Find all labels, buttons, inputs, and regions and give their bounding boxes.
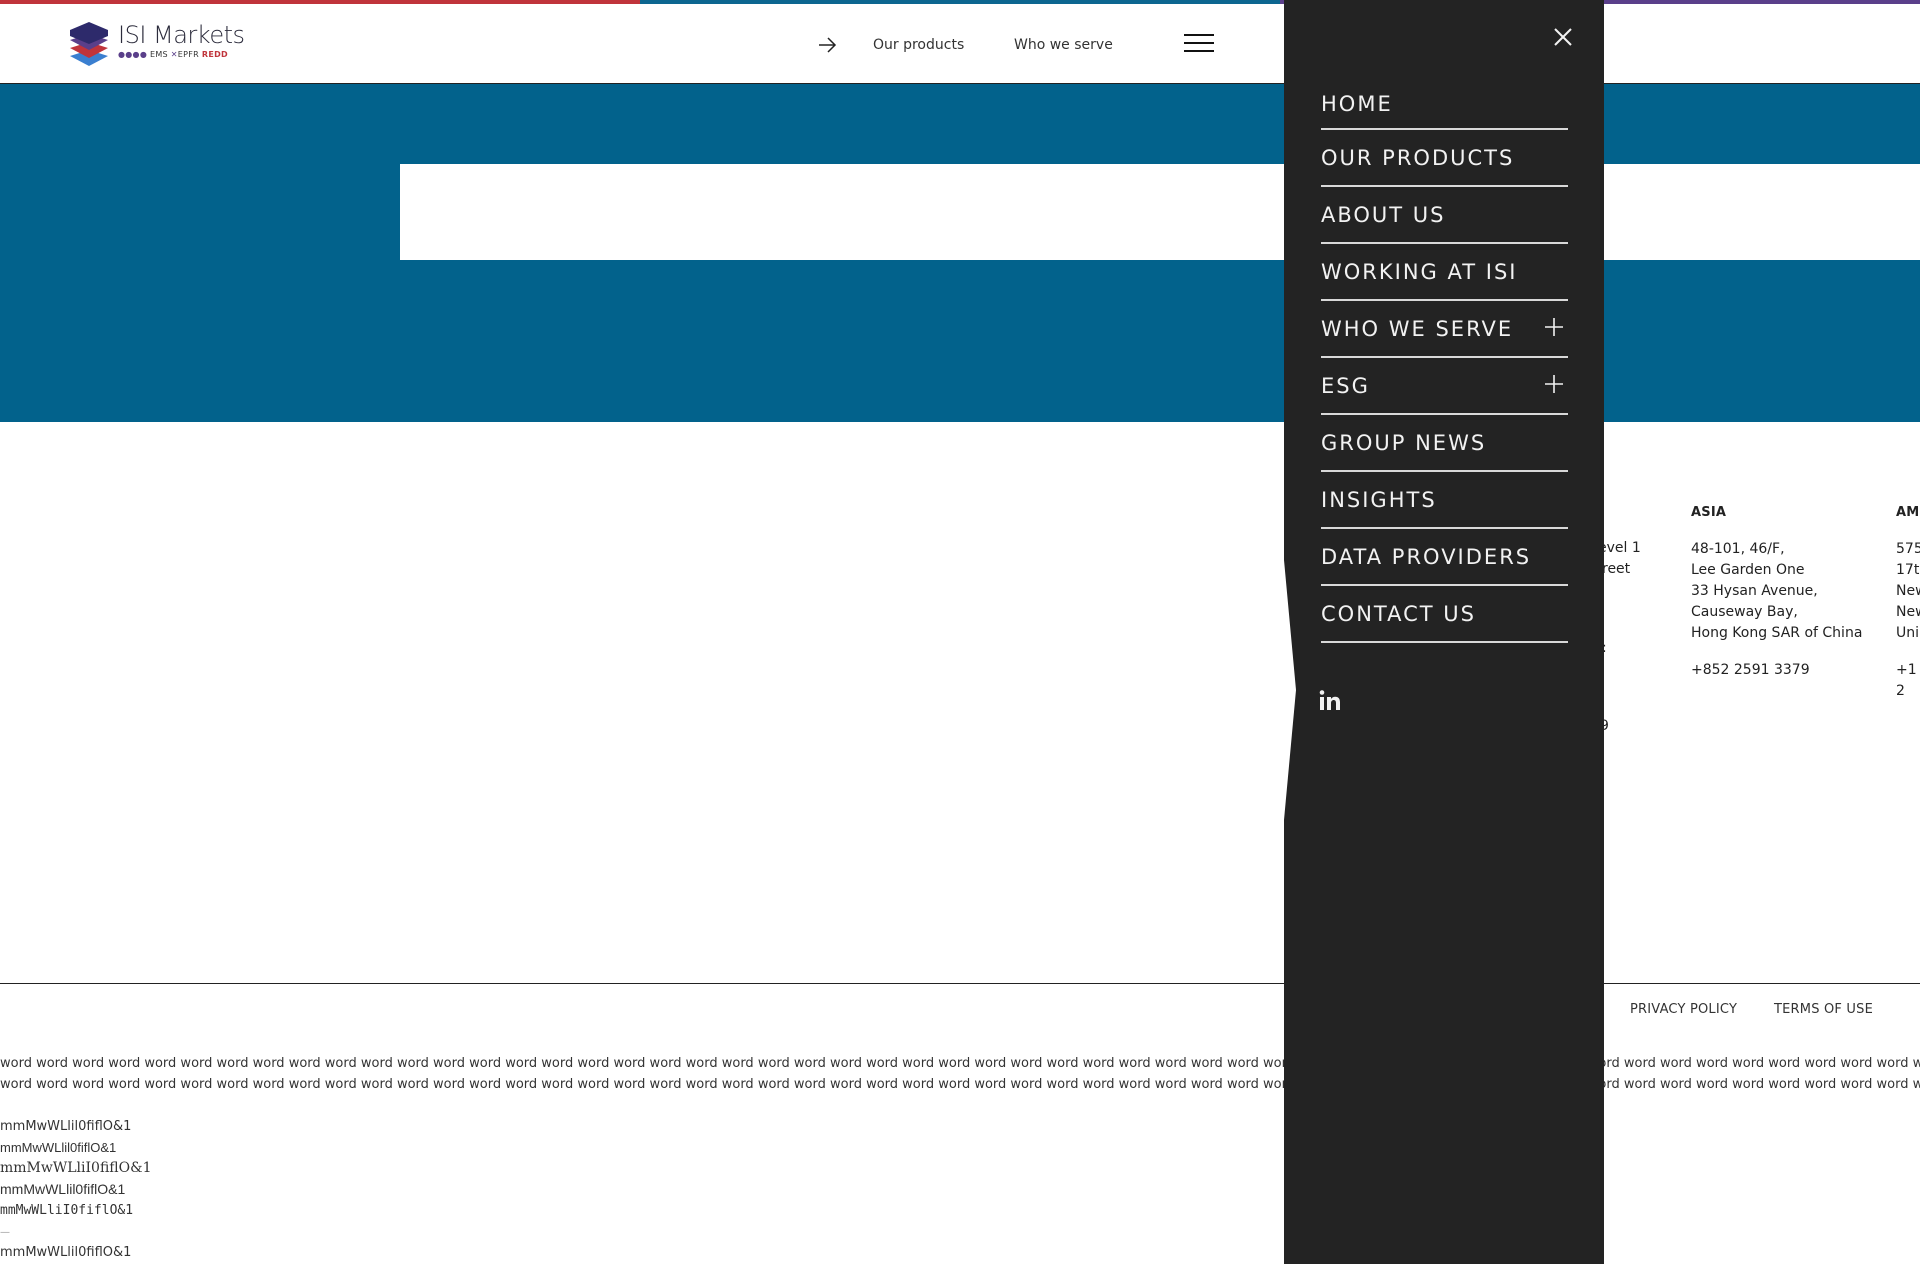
font-sample: mmMwWLlil0fiflO&1 bbox=[0, 1140, 117, 1155]
font-sample: mmMwWLliI0fiflO&1 bbox=[0, 1203, 134, 1218]
debug-lorem-line: word word word word word word word word … bbox=[0, 1077, 1920, 1092]
font-sample: mmMwWLlil0fiflO&1 bbox=[0, 1119, 132, 1134]
office-americas-title: AMI bbox=[1896, 505, 1920, 520]
office-address-line: 33 Hysan Avenue, bbox=[1691, 583, 1818, 599]
office-address-line: New bbox=[1896, 583, 1920, 599]
menu-item-label: INSIGHTS bbox=[1321, 487, 1437, 512]
menu-item-label: HOME bbox=[1321, 92, 1393, 116]
office-address-line: 17th bbox=[1896, 562, 1920, 578]
logo-mark-icon bbox=[70, 22, 108, 66]
office-asia-phone[interactable]: +852 2591 3379 bbox=[1691, 660, 1862, 681]
office-asia-title: ASIA bbox=[1691, 505, 1727, 520]
menu-item-esg[interactable]: ESG bbox=[1321, 358, 1568, 415]
office-address-line: 575 bbox=[1896, 541, 1920, 557]
close-icon[interactable] bbox=[1552, 26, 1574, 48]
drawer-notch bbox=[1284, 560, 1296, 820]
office-americas-phone[interactable]: +1 2 bbox=[1896, 660, 1920, 702]
site-header: ISI Markets ●●●● EMS ✕EPFR REDD Our prod… bbox=[0, 4, 1920, 84]
hero-white-panel bbox=[400, 164, 1920, 260]
office-address-line: Lee Garden One bbox=[1691, 562, 1805, 578]
office-address-line: 48-101, 46/F, bbox=[1691, 541, 1785, 557]
menu-item-label: ABOUT US bbox=[1321, 202, 1446, 227]
logo-brands: ●●●● EMS ✕EPFR REDD bbox=[118, 50, 228, 59]
footer-divider bbox=[0, 983, 1920, 984]
menu-item-label: CONTACT US bbox=[1321, 601, 1476, 626]
arrow-right-icon[interactable] bbox=[812, 30, 842, 60]
logo-name: ISI Markets bbox=[118, 21, 245, 49]
menu-item-who-we-serve[interactable]: WHO WE SERVE bbox=[1321, 301, 1568, 358]
debug-lorem-line: word word word word word word word word … bbox=[0, 1056, 1920, 1071]
menu-item-insights[interactable]: INSIGHTS bbox=[1321, 472, 1568, 529]
office-americas: AMI 575 17th New New Uni +1 2 bbox=[1896, 502, 1920, 702]
menu-item-about-us[interactable]: ABOUT US bbox=[1321, 187, 1568, 244]
menu-item-label: DATA PROVIDERS bbox=[1321, 544, 1532, 569]
menu-item-working-at-isi[interactable]: WORKING AT ISI bbox=[1321, 244, 1568, 301]
terms-of-use-link[interactable]: TERMS OF USE bbox=[1774, 1002, 1873, 1017]
drawer-menu: HOME OUR PRODUCTS ABOUT US WORKING AT IS… bbox=[1321, 80, 1568, 643]
hamburger-icon[interactable] bbox=[1184, 34, 1214, 56]
office-asia: ASIA 48-101, 46/F, Lee Garden One 33 Hys… bbox=[1691, 502, 1862, 681]
office-address-line: Hong Kong SAR of China bbox=[1691, 625, 1863, 641]
menu-item-our-products[interactable]: OUR PRODUCTS bbox=[1321, 130, 1568, 187]
plus-icon[interactable] bbox=[1544, 317, 1564, 337]
hero-banner bbox=[0, 84, 1920, 422]
privacy-policy-link[interactable]: PRIVACY POLICY bbox=[1630, 1002, 1737, 1017]
menu-item-contact-us[interactable]: CONTACT US bbox=[1321, 586, 1568, 643]
menu-item-label: GROUP NEWS bbox=[1321, 430, 1487, 455]
office-address-line: Uni bbox=[1896, 625, 1920, 641]
font-sample: mmMwWLlil0fiflO&1 bbox=[0, 1245, 132, 1260]
menu-item-label: WHO WE SERVE bbox=[1321, 316, 1514, 341]
font-sample: mmMwWLlil0fiflO&1 bbox=[0, 1181, 126, 1197]
nav-our-products[interactable]: Our products bbox=[873, 37, 964, 53]
menu-item-label: OUR PRODUCTS bbox=[1321, 145, 1515, 170]
office-europe-fragment: evel 1 bbox=[1598, 540, 1641, 556]
office-address-line: New bbox=[1896, 604, 1920, 620]
menu-item-label: ESG bbox=[1321, 373, 1370, 398]
office-address-line: Causeway Bay, bbox=[1691, 604, 1798, 620]
font-sample-dash: — bbox=[0, 1227, 10, 1238]
menu-item-group-news[interactable]: GROUP NEWS bbox=[1321, 415, 1568, 472]
nav-who-we-serve[interactable]: Who we serve bbox=[1014, 37, 1113, 53]
menu-item-data-providers[interactable]: DATA PROVIDERS bbox=[1321, 529, 1568, 586]
logo[interactable]: ISI Markets ●●●● EMS ✕EPFR REDD bbox=[68, 20, 245, 68]
menu-item-home[interactable]: HOME bbox=[1321, 80, 1568, 130]
font-sample: mmMwWLliI0fiflO&1 bbox=[0, 1160, 152, 1176]
linkedin-icon[interactable] bbox=[1318, 688, 1342, 712]
plus-icon[interactable] bbox=[1544, 374, 1564, 394]
menu-item-label: WORKING AT ISI bbox=[1321, 259, 1518, 284]
office-europe-fragment: reet bbox=[1602, 561, 1631, 577]
